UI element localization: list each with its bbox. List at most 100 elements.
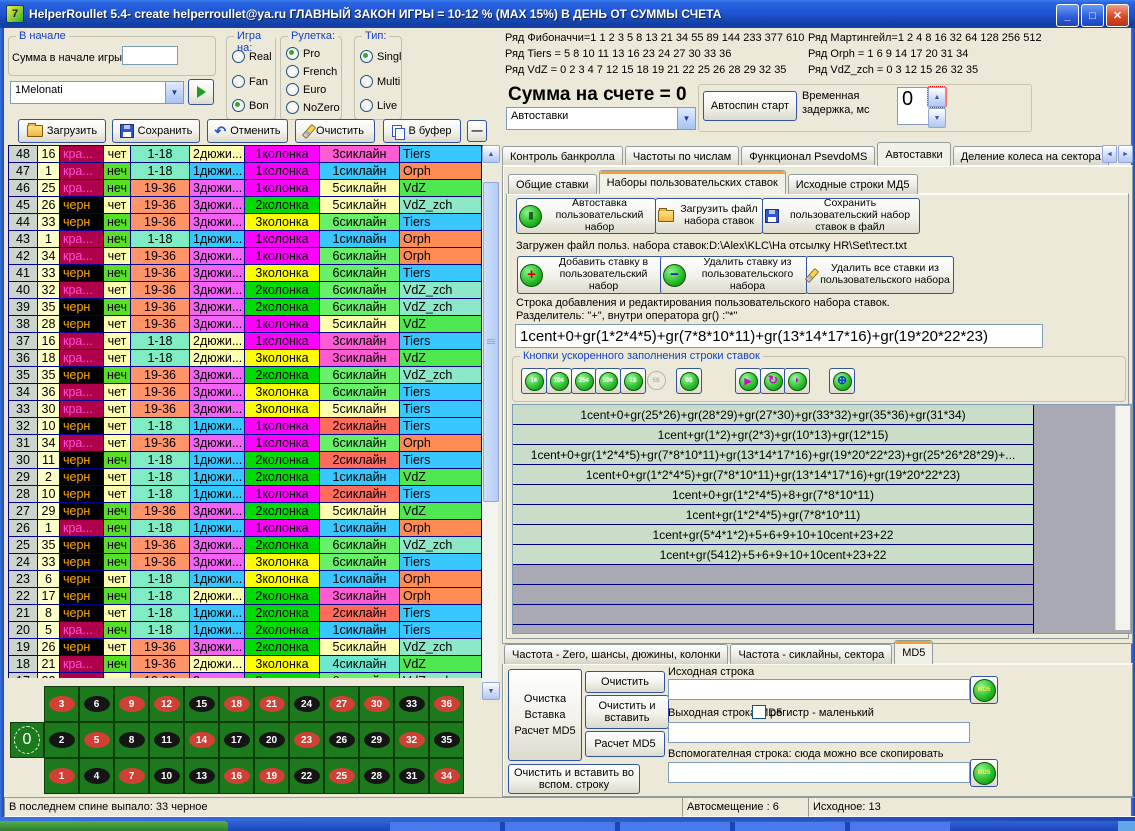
table-row[interactable]: 4816кра...чет1-182дюжи...1колонка3сиклай… bbox=[9, 146, 483, 163]
board-number-7[interactable]: 7 bbox=[114, 758, 149, 794]
tab-main-2[interactable]: Частоты по числам bbox=[625, 146, 739, 166]
table-row[interactable]: 431кра...неч1-181дюжи...1колонка1сиклайн… bbox=[9, 231, 483, 248]
board-number-4[interactable]: 4 bbox=[79, 758, 114, 794]
scroll-up-icon[interactable]: ▲ bbox=[482, 145, 500, 163]
board-zero-cell[interactable]: 0 bbox=[10, 722, 44, 758]
board-number-5[interactable]: 5 bbox=[79, 722, 114, 758]
tab-sub-3[interactable]: Исходные строки МД5 bbox=[788, 174, 918, 194]
table-row[interactable]: 292чернчет1-181дюжи...2колонка1сиклайнVd… bbox=[9, 469, 483, 486]
quick-action-splash[interactable]: ◗ bbox=[784, 368, 810, 394]
bet-string-row[interactable]: 1cent+gr(1*2)+gr(2*3)+gr(10*13)+gr(12*15… bbox=[513, 425, 1034, 445]
tab-main-3[interactable]: Функционал PsevdoMS bbox=[741, 146, 875, 166]
md5-side-button[interactable]: ОчисткаВставкаРасчет MD5 bbox=[508, 669, 582, 761]
radio-option-pro[interactable]: Pro bbox=[286, 47, 320, 60]
board-number-13[interactable]: 13 bbox=[184, 758, 219, 794]
toolbar-save-disk-button[interactable]: Сохранить bbox=[112, 119, 200, 143]
table-row[interactable]: 471кра...неч1-181дюжи...1колонка1сиклайн… bbox=[9, 163, 483, 180]
radio-icon[interactable] bbox=[360, 50, 373, 63]
bet-string-row[interactable]: 1cent+gr(5*4*1*2)+5+6+9+10+10cent+23+22 bbox=[513, 525, 1034, 545]
tab-bottom-2[interactable]: Частота - сиклайны, сектора bbox=[730, 644, 892, 664]
button-add-circle[interactable]: +Добавить ставку в пользовательский набо… bbox=[517, 256, 663, 294]
table-row[interactable]: 236чернчет1-181дюжи...3колонка1сиклайнOr… bbox=[9, 571, 483, 588]
radio-option-singl[interactable]: Singl bbox=[360, 50, 401, 63]
system-tray[interactable] bbox=[1118, 821, 1135, 831]
button-brush[interactable]: Удалить все ставки из пользовательского … bbox=[806, 256, 954, 294]
play-strategy-button[interactable] bbox=[188, 79, 214, 105]
table-row[interactable]: 2810чернчет1-181дюжи...1колонка2сиклайнT… bbox=[9, 486, 483, 503]
board-number-11[interactable]: 11 bbox=[149, 722, 184, 758]
board-number-30[interactable]: 30 bbox=[359, 686, 394, 722]
md5-calc-aux-button[interactable]: MD5 bbox=[970, 759, 998, 787]
toolbar-open-folder-button[interactable]: Загрузить bbox=[18, 119, 106, 143]
board-number-2[interactable]: 2 bbox=[44, 722, 79, 758]
board-number-33[interactable]: 33 bbox=[394, 686, 429, 722]
board-number-3[interactable]: 3 bbox=[44, 686, 79, 722]
start-button[interactable] bbox=[0, 821, 228, 831]
board-number-17[interactable]: 17 bbox=[219, 722, 254, 758]
board-number-29[interactable]: 29 bbox=[359, 722, 394, 758]
table-row[interactable]: 2729черннеч19-363дюжи...2колонка5сиклайн… bbox=[9, 503, 483, 520]
register-checkbox[interactable] bbox=[752, 705, 766, 719]
table-row[interactable]: 2217черннеч1-182дюжи...2колонка3сиклайнO… bbox=[9, 588, 483, 605]
radio-icon[interactable] bbox=[360, 99, 373, 112]
board-number-34[interactable]: 34 bbox=[429, 758, 464, 794]
radio-option-nozero[interactable]: NoZero bbox=[286, 101, 340, 114]
md5-calc-source-button[interactable]: MD5 bbox=[970, 676, 998, 704]
table-row[interactable]: 2535черннеч19-363дюжи...2колонка6сиклайн… bbox=[9, 537, 483, 554]
bet-string-row[interactable]: 1cent+gr(5412)+5+6+9+10+10cent+23+22 bbox=[513, 545, 1034, 565]
md5-clear-paste-button[interactable]: Очистить и вставить bbox=[585, 695, 669, 729]
table-row[interactable]: 3716кра...чет1-182дюжи...1колонка3сиклай… bbox=[9, 333, 483, 350]
chevron-down-icon[interactable]: ▼ bbox=[165, 82, 183, 103]
table-row[interactable]: 3935черннеч19-363дюжи...2колонка6сиклайн… bbox=[9, 299, 483, 316]
table-row[interactable]: 3535черннеч19-363дюжи...2колонка6сиклайн… bbox=[9, 367, 483, 384]
radio-icon[interactable] bbox=[286, 65, 299, 78]
bet-string-row[interactable]: 1cent+0+gr(25*26)+gr(28*29)+gr(27*30)+gr… bbox=[513, 405, 1034, 425]
toolbar-undo-button[interactable]: ↶Отменить bbox=[207, 119, 288, 143]
table-row[interactable]: 3210чернчет1-181дюжи...1колонка2сиклайнT… bbox=[9, 418, 483, 435]
board-number-16[interactable]: 16 bbox=[219, 758, 254, 794]
table-row[interactable]: 4433черннеч19-363дюжи...3колонка6сиклайн… bbox=[9, 214, 483, 231]
spinner-up-button[interactable]: ▲ bbox=[928, 87, 946, 107]
button-open-folder[interactable]: Загрузить файл набора ставок bbox=[655, 198, 763, 234]
bet-list-scrollbar[interactable] bbox=[1115, 406, 1130, 630]
tab-sub-1[interactable]: Общие ставки bbox=[508, 174, 597, 194]
tab-bottom-1[interactable]: Частота - Zero, шансы, дюжины, колонки bbox=[504, 644, 728, 664]
quick-bet-button-0$[interactable]: 0$ bbox=[676, 368, 702, 394]
chevron-down-icon[interactable]: ▼ bbox=[677, 108, 695, 129]
bet-string-input[interactable] bbox=[515, 324, 1043, 348]
board-number-6[interactable]: 6 bbox=[79, 686, 114, 722]
table-row[interactable]: 3330кра...чет19-363дюжи...3колонка5сикла… bbox=[9, 401, 483, 418]
autospin-start-button[interactable]: Автоспин старт bbox=[703, 91, 797, 121]
board-number-21[interactable]: 21 bbox=[254, 686, 289, 722]
start-sum-input[interactable] bbox=[122, 46, 178, 65]
md5-clear-button[interactable]: Очистить bbox=[585, 671, 665, 693]
board-number-10[interactable]: 10 bbox=[149, 758, 184, 794]
radio-icon[interactable] bbox=[286, 83, 299, 96]
bet-string-row[interactable]: 1cent+0+gr(1*2*4*5)+gr(7*8*10*11)+gr(13*… bbox=[513, 465, 1034, 485]
board-number-22[interactable]: 22 bbox=[289, 758, 324, 794]
board-number-20[interactable]: 20 bbox=[254, 722, 289, 758]
board-number-8[interactable]: 8 bbox=[114, 722, 149, 758]
table-row[interactable]: 1926чернчет19-363дюжи...2колонка5сиклайн… bbox=[9, 639, 483, 656]
tab-main-5[interactable]: Деление колеса на сектора bbox=[953, 146, 1109, 166]
board-number-9[interactable]: 9 bbox=[114, 686, 149, 722]
radio-option-euro[interactable]: Euro bbox=[286, 83, 326, 96]
strategy-combo[interactable]: 1Melonati ▼ bbox=[10, 81, 184, 104]
board-number-24[interactable]: 24 bbox=[289, 686, 324, 722]
taskbar[interactable] bbox=[0, 821, 1135, 831]
table-row[interactable]: 1821кра...неч19-362дюжи...3колонка4сикла… bbox=[9, 656, 483, 673]
md5-aux-input[interactable] bbox=[668, 762, 970, 783]
table-row[interactable]: 1732кра...чет19-363дюжи...2колонка6сикла… bbox=[9, 673, 483, 678]
board-number-19[interactable]: 19 bbox=[254, 758, 289, 794]
md5-calc-button[interactable]: Расчет MD5 bbox=[585, 731, 665, 757]
quick-action-play[interactable]: ▶ bbox=[735, 368, 761, 394]
board-number-23[interactable]: 23 bbox=[289, 722, 324, 758]
tab-bottom-3[interactable]: MD5 bbox=[894, 640, 933, 664]
quick-action-wheel[interactable]: ⊕ bbox=[829, 368, 855, 394]
radio-icon[interactable] bbox=[286, 101, 299, 114]
md5-source-input[interactable] bbox=[668, 679, 970, 700]
tab-scroll-left-icon[interactable]: ◄ bbox=[1102, 145, 1117, 163]
quick-bet-button-1¢[interactable]: 1¢ bbox=[521, 368, 547, 394]
tab-sub-2[interactable]: Наборы пользовательских ставок bbox=[599, 170, 786, 194]
board-number-32[interactable]: 32 bbox=[394, 722, 429, 758]
